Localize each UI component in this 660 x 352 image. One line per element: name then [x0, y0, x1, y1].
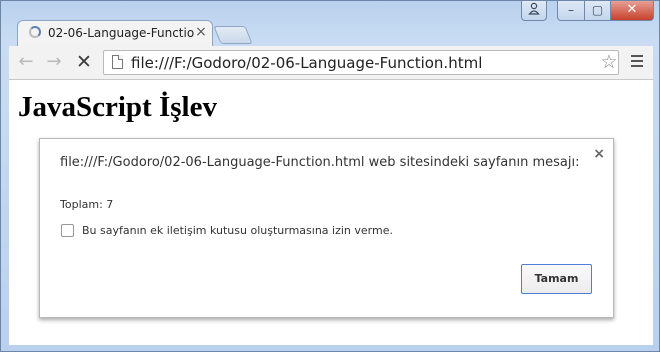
address-url[interactable]: file:///F:/Godoro/02-06-Language-Functio… [131, 54, 482, 72]
minimize-icon: – [568, 3, 574, 17]
new-tab-button[interactable] [213, 26, 253, 44]
suppress-dialogs-label[interactable]: Bu sayfanın ek iletişim kutusu oluşturma… [82, 224, 393, 237]
dialog-title: file:///F:/Godoro/02-06-Language-Functio… [60, 155, 580, 170]
user-profile-button[interactable] [521, 1, 547, 21]
loading-spinner-icon [29, 26, 41, 38]
bookmark-star-icon[interactable]: ☆ [598, 52, 620, 72]
close-window-button[interactable]: ✕ [610, 1, 654, 21]
page-content: JavaScript İşlev file:///F:/Godoro/02-06… [9, 80, 653, 345]
menu-icon[interactable] [631, 55, 643, 70]
browser-window: – ▢ ✕ 02-06-Language-Function × ← → ✕ fi… [0, 0, 660, 352]
user-icon [522, 2, 546, 19]
tab-active[interactable]: 02-06-Language-Function × [17, 20, 213, 46]
forward-arrow-icon[interactable]: → [43, 52, 65, 72]
page-heading: JavaScript İşlev [18, 91, 217, 123]
dialog-close-icon[interactable]: × [593, 146, 605, 162]
tab-close-icon[interactable]: × [194, 24, 208, 40]
alert-dialog: file:///F:/Godoro/02-06-Language-Functio… [39, 138, 614, 318]
page-icon [112, 55, 123, 69]
address-bar[interactable]: file:///F:/Godoro/02-06-Language-Functio… [103, 50, 619, 75]
tab-title: 02-06-Language-Function [48, 26, 194, 40]
minimize-button[interactable]: – [557, 1, 585, 21]
close-window-icon: ✕ [626, 2, 638, 17]
back-arrow-icon[interactable]: ← [15, 52, 37, 72]
maximize-button[interactable]: ▢ [584, 1, 611, 21]
maximize-icon: ▢ [591, 3, 604, 17]
toolbar: ← → ✕ file:///F:/Godoro/02-06-Language-F… [9, 46, 653, 80]
dialog-message: Toplam: 7 [60, 198, 114, 211]
stop-loading-icon[interactable]: ✕ [73, 52, 95, 72]
suppress-dialogs-checkbox[interactable] [61, 224, 74, 237]
ok-button[interactable]: Tamam [521, 264, 592, 294]
